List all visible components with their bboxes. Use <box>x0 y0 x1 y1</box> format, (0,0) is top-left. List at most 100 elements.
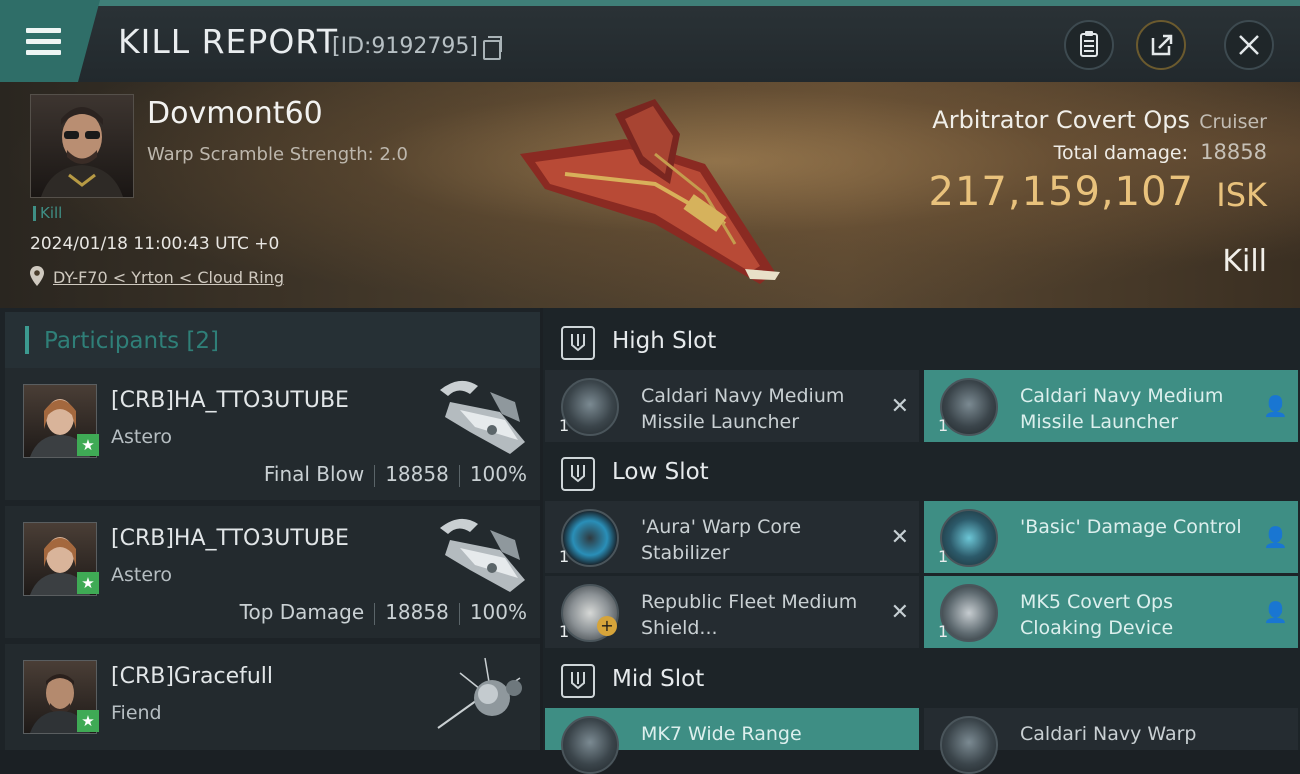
participant-name[interactable]: [CRB]HA_TTO3UTUBE <box>111 526 349 551</box>
kill-timestamp: 2024/01/18 11:00:43 UTC +0 <box>30 234 280 254</box>
module-quantity: 1 <box>938 622 949 641</box>
module-quantity: 1 <box>559 416 570 435</box>
participants-title: Participants [2] <box>44 328 219 354</box>
victim-name[interactable]: Dovmont60 <box>147 96 323 131</box>
module-slot[interactable]: Caldari Navy Warp <box>924 708 1298 774</box>
low-slot-header: Low Slot <box>543 445 1300 501</box>
page-title: KILL REPORT <box>118 22 338 61</box>
fiend-ship-icon <box>437 657 522 729</box>
wide-range-module-icon <box>561 716 619 774</box>
participant-card[interactable]: ★ [CRB]HA_TTO3UTUBE Astero Top Damage 188… <box>5 506 540 638</box>
participant-ship: Astero <box>111 564 173 586</box>
astero-ship-icon <box>440 380 525 454</box>
fitting-panel: High Slot 1 Caldari Navy Medium Missile … <box>543 308 1300 774</box>
ship-name[interactable]: Arbitrator Covert Ops <box>932 106 1190 134</box>
module-name: Caldari Navy Medium Missile Launcher <box>1020 385 1224 433</box>
copy-icon[interactable] <box>483 36 502 60</box>
report-id: [ID:9192795] <box>332 34 478 59</box>
total-damage-label: Total damage: <box>1053 142 1188 164</box>
mid-slot-icon <box>561 664 595 698</box>
module-slot[interactable]: 1 MK5 Covert Ops Cloaking Device 👤 <box>924 576 1298 648</box>
module-slot[interactable]: 1 Caldari Navy Medium Missile Launcher ✕ <box>545 370 919 442</box>
participant-card[interactable]: ★ [CRB]Gracefull Fiend <box>5 644 540 750</box>
isk-value: 217,159,107 <box>928 169 1194 215</box>
dropped-person-icon: 👤 <box>1263 600 1288 624</box>
participants-panel: Participants [2] ★ [CRB]HA_TTO3UTUBE Ast… <box>0 308 540 750</box>
module-quantity: 1 <box>559 622 570 641</box>
participant-stats: Top Damage 18858 100% <box>240 600 527 625</box>
destroyed-x-icon: ✕ <box>890 394 909 419</box>
high-slot-icon <box>561 326 595 360</box>
high-slot-header: High Slot <box>543 314 1300 370</box>
warp-scramble-strength: Warp Scramble Strength: 2.0 <box>147 144 409 165</box>
destroyed-x-icon: ✕ <box>890 600 909 625</box>
close-button[interactable] <box>1224 20 1274 70</box>
module-slot[interactable]: 1 'Basic' Damage Control 👤 <box>924 501 1298 573</box>
participant-damage: 18858 <box>385 462 449 486</box>
share-icon <box>1151 34 1173 56</box>
isk-label: ISK <box>1216 176 1267 214</box>
participant-name[interactable]: [CRB]HA_TTO3UTUBE <box>111 388 349 413</box>
kill-location-link[interactable]: DY-F70 < Yrton < Cloud Ring <box>53 268 284 287</box>
star-icon: ★ <box>77 710 99 732</box>
plus-badge-icon: + <box>597 616 617 636</box>
module-slot[interactable]: 1 Caldari Navy Medium Missile Launcher 👤 <box>924 370 1298 442</box>
module-quantity: 1 <box>938 547 949 566</box>
dropped-person-icon: 👤 <box>1263 394 1288 418</box>
module-slot[interactable]: + 1 Republic Fleet Medium Shield... ✕ <box>545 576 919 648</box>
participant-ship: Astero <box>111 426 173 448</box>
module-quantity: 1 <box>559 547 570 566</box>
destroyed-ship-image <box>520 99 780 284</box>
module-name: 'Aura' Warp Core Stabilizer <box>641 516 802 564</box>
participant-damage: 18858 <box>385 600 449 624</box>
close-icon <box>1239 35 1259 55</box>
participant-card[interactable]: ★ [CRB]HA_TTO3UTUBE Astero Final Blow 188… <box>5 368 540 500</box>
mid-slot-header: Mid Slot <box>543 652 1300 708</box>
clipboard-icon <box>1080 31 1098 57</box>
participant-damage-percent: 100% <box>469 462 527 486</box>
ship-class: Cruiser <box>1199 111 1267 133</box>
missile-launcher-icon <box>940 378 998 436</box>
victim-avatar[interactable] <box>30 94 134 198</box>
module-name: Caldari Navy Warp <box>1020 723 1197 745</box>
participant-name[interactable]: [CRB]Gracefull <box>111 664 273 689</box>
warp-core-stabilizer-icon <box>561 509 619 567</box>
clipboard-button[interactable] <box>1064 20 1114 70</box>
star-icon: ★ <box>77 434 99 456</box>
module-slot[interactable]: MK7 Wide Range <box>545 708 919 774</box>
module-name: Republic Fleet Medium Shield... <box>641 591 858 639</box>
kill-tag: Kill <box>33 206 62 221</box>
astero-ship-icon <box>440 518 525 592</box>
participant-stats: Final Blow 18858 100% <box>264 462 527 487</box>
share-button[interactable] <box>1136 20 1186 70</box>
warp-module-icon <box>940 716 998 774</box>
missile-launcher-icon <box>561 378 619 436</box>
high-slot-title: High Slot <box>612 328 717 354</box>
avatar-portrait-icon <box>41 107 123 197</box>
participant-ship: Fiend <box>111 702 162 724</box>
module-name: MK7 Wide Range <box>641 723 802 745</box>
menu-button[interactable] <box>0 0 100 82</box>
participant-role: Final Blow <box>263 462 365 486</box>
damage-control-icon <box>940 509 998 567</box>
mid-slot-title: Mid Slot <box>612 666 705 692</box>
participant-role: Top Damage <box>239 600 365 624</box>
module-name: 'Basic' Damage Control <box>1020 516 1242 538</box>
low-slot-icon <box>561 457 595 491</box>
module-name: Caldari Navy Medium Missile Launcher <box>641 385 845 433</box>
module-name: MK5 Covert Ops Cloaking Device <box>1020 591 1174 639</box>
module-quantity: 1 <box>938 416 949 435</box>
kill-result-label: Kill <box>1222 244 1267 279</box>
location-pin-icon <box>30 266 44 286</box>
module-slot[interactable]: 1 'Aura' Warp Core Stabilizer ✕ <box>545 501 919 573</box>
star-icon: ★ <box>77 572 99 594</box>
dropped-person-icon: 👤 <box>1263 525 1288 549</box>
header-bar: KILL REPORT [ID:9192795] <box>0 0 1300 82</box>
participants-header: Participants [2] <box>5 312 540 368</box>
total-damage-value: 18858 <box>1200 140 1267 164</box>
cloaking-device-icon <box>940 584 998 642</box>
low-slot-title: Low Slot <box>612 459 709 485</box>
participant-damage-percent: 100% <box>469 600 527 624</box>
kill-summary-panel: Dovmont60 Warp Scramble Strength: 2.0 Ki… <box>0 82 1300 308</box>
destroyed-x-icon: ✕ <box>890 525 909 550</box>
